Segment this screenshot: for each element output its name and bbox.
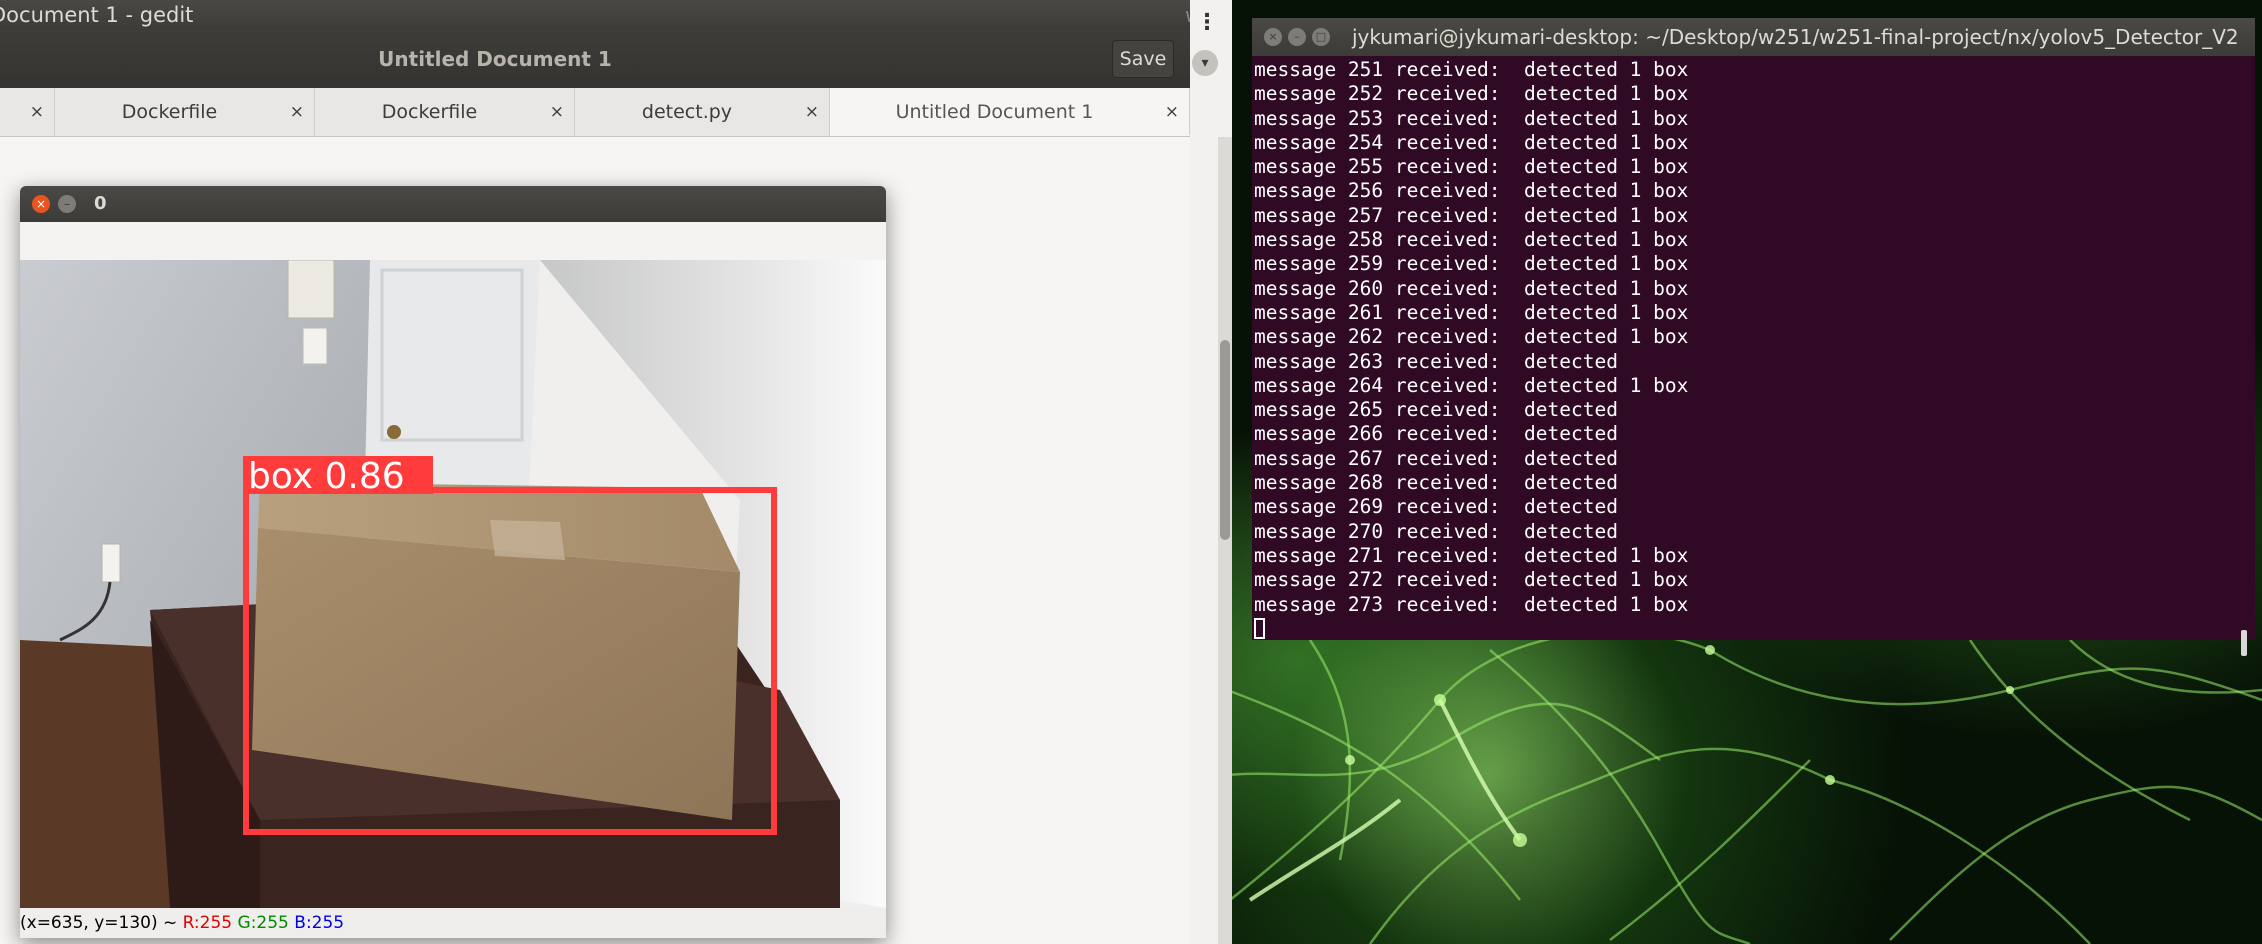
detection-label: box 0.86 (248, 456, 405, 497)
tab-close-icon[interactable]: × (30, 88, 44, 136)
chevron-down-icon[interactable]: ▾ (1192, 50, 1218, 76)
tab-label: Dockerfile (381, 101, 478, 123)
tab-untitled-document[interactable]: Untitled Document 1 × (830, 88, 1190, 136)
tab-dockerfile-2[interactable]: Dockerfile × (315, 88, 575, 136)
terminal-window: × – □ jykumari@jykumari-desktop: ~/Deskt… (1252, 18, 2255, 656)
gedit-titlebar[interactable]: Document 1 - gedit wee (0, 0, 1190, 30)
image-window-toolbar (20, 222, 886, 260)
terminal-line: message 264 received: detected 1 box (1254, 373, 1689, 397)
red-value: R:255 (182, 913, 233, 933)
terminal-line: message 254 received: detected 1 box (1254, 130, 1689, 154)
tab-close-icon[interactable]: × (805, 88, 819, 136)
scrollbar-thumb[interactable] (2241, 630, 2247, 656)
terminal-title: jykumari@jykumari-desktop: ~/Desktop/w25… (1352, 25, 2239, 49)
terminal-line: message 271 received: detected 1 box (1254, 543, 1689, 567)
close-icon[interactable]: × (32, 195, 50, 213)
save-button[interactable]: Save (1112, 40, 1174, 78)
terminal-line: message 273 received: detected 1 box (1254, 592, 1689, 616)
image-status-bar: (x=635, y=130) ~ R:255 G:255 B:255 (20, 908, 886, 938)
tab-close-icon[interactable]: × (290, 88, 304, 136)
terminal-cursor (1254, 617, 1265, 639)
maximize-icon[interactable]: □ (1312, 28, 1330, 46)
close-icon[interactable]: × (1264, 28, 1282, 46)
terminal-line: message 267 received: detected (1254, 446, 1618, 470)
tab-partial[interactable]: × (0, 88, 55, 136)
door-knob (387, 425, 401, 439)
terminal-line: message 251 received: detected 1 box (1254, 58, 1689, 81)
scrollbar-track[interactable] (1218, 137, 1232, 944)
terminal-line: message 265 received: detected (1254, 398, 1618, 422)
tab-label: detect.py (641, 101, 733, 123)
terminal-scrollbar[interactable] (2235, 58, 2255, 656)
tab-label: Untitled Document 1 (895, 101, 1094, 123)
terminal-line: message 261 received: detected 1 box (1254, 300, 1689, 324)
tab-detect-py[interactable]: detect.py × (575, 88, 830, 136)
blue-value: B:255 (294, 913, 345, 933)
terminal-line: message 252 received: detected 1 box (1254, 82, 1689, 106)
gedit-scrollbar-area (1190, 0, 1232, 944)
terminal-output[interactable]: message 251 received: detected 1 box mess… (1254, 58, 2234, 641)
terminal-line: message 270 received: detected (1254, 519, 1618, 543)
tab-close-icon[interactable]: × (550, 88, 564, 136)
cursor-coordinates: (x=635, y=130) ~ (20, 913, 183, 933)
terminal-line: message 262 received: detected 1 box (1254, 325, 1689, 349)
minimize-icon[interactable]: – (58, 195, 76, 213)
tab-label: Dockerfile (121, 101, 218, 123)
terminal-line: message 269 received: detected (1254, 495, 1618, 519)
terminal-line: message 266 received: detected (1254, 422, 1618, 446)
image-window-titlebar[interactable]: × – 0 (20, 186, 886, 222)
minimize-icon[interactable]: – (1288, 28, 1306, 46)
tab-dockerfile-1[interactable]: Dockerfile × (55, 88, 315, 136)
terminal-line: message 260 received: detected 1 box (1254, 276, 1689, 300)
tab-menu-icon[interactable]: ⋮ (1196, 0, 1218, 48)
image-viewer-window: × – 0 box 0.86 (x=635, y=130) ~ R:255 G:… (20, 186, 886, 938)
terminal-line: message 259 received: detected 1 box (1254, 252, 1689, 276)
document-title: Untitled Document 1 (378, 47, 612, 71)
terminal-line: message 255 received: detected 1 box (1254, 155, 1689, 179)
terminal-line: message 263 received: detected (1254, 349, 1618, 373)
terminal-line: message 258 received: detected 1 box (1254, 228, 1689, 252)
image-window-title: 0 (94, 193, 107, 214)
tab-close-icon[interactable]: × (1165, 88, 1179, 136)
terminal-prompt-line[interactable] (1254, 617, 2234, 641)
tab-bar: × Dockerfile × Dockerfile × detect.py × … (0, 88, 1190, 137)
camera-frame: box 0.86 (20, 260, 886, 908)
terminal-line: message 257 received: detected 1 box (1254, 203, 1689, 227)
gedit-headerbar: Untitled Document 1 Save (0, 30, 1190, 89)
scrollbar-thumb[interactable] (1220, 340, 1230, 540)
terminal-line: message 253 received: detected 1 box (1254, 106, 1689, 130)
terminal-titlebar[interactable]: × – □ jykumari@jykumari-desktop: ~/Deskt… (1252, 18, 2255, 56)
terminal-line: message 256 received: detected 1 box (1254, 179, 1689, 203)
terminal-line: message 272 received: detected 1 box (1254, 568, 1689, 592)
terminal-line: message 268 received: detected (1254, 471, 1618, 495)
window-title: Document 1 - gedit (0, 3, 194, 27)
green-value: G:255 (237, 913, 289, 933)
